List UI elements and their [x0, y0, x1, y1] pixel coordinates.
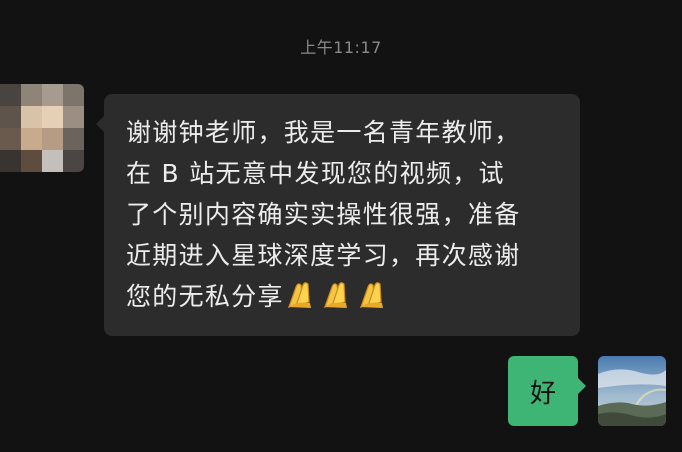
contact-avatar[interactable]	[0, 84, 84, 172]
message-line: 您的无私分享	[126, 282, 284, 311]
message-line: 近期进入星球深度学习，再次感谢	[126, 241, 521, 270]
message-line: 在 B 站无意中发现您的视频，试	[126, 159, 505, 188]
message-timestamp: 上午11:17	[300, 38, 382, 57]
message-line: 谢谢钟老师，我是一名青年教师，	[126, 118, 521, 147]
outgoing-message-bubble[interactable]: 好	[508, 356, 586, 426]
landscape-avatar-icon	[598, 356, 666, 426]
folded-hands-icon	[359, 282, 383, 309]
incoming-message-bubble[interactable]: 谢谢钟老师，我是一名青年教师， 在 B 站无意中发现您的视频，试 了个别内容确实…	[96, 94, 580, 336]
chat-window: 上午11:17 谢谢钟老师，我是一名青年教师， 在 B 站无意中发现您的视频，试…	[0, 0, 682, 452]
outgoing-message-text: 好	[529, 378, 556, 409]
folded-hands-icon	[323, 282, 347, 309]
folded-hands-icon	[287, 282, 311, 309]
message-line: 了个别内容确实实操性很强，准备	[126, 200, 521, 229]
user-avatar[interactable]	[598, 356, 666, 426]
message-line-last: 您的无私分享	[126, 276, 562, 317]
